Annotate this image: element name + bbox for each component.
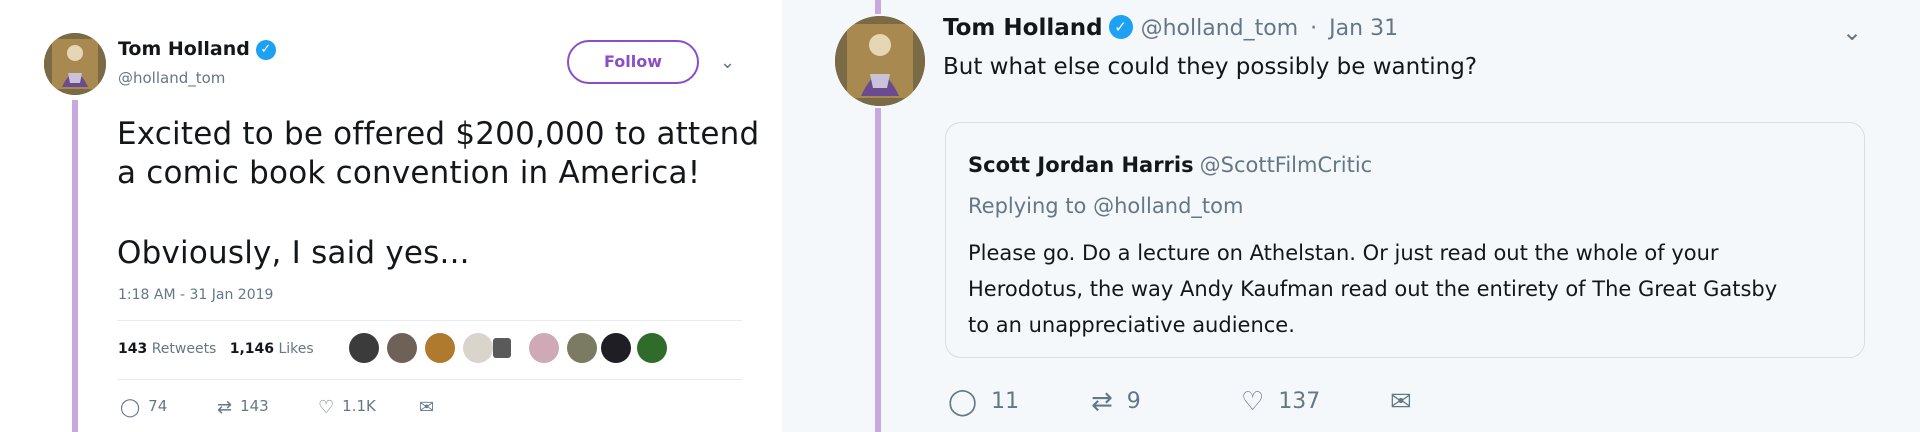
tweet-timestamp[interactable]: 1:18 AM - 31 Jan 2019	[118, 287, 273, 303]
direct-message-icon: ✉	[1390, 387, 1412, 417]
liker-avatar[interactable]	[493, 338, 511, 358]
liker-avatar[interactable]	[463, 333, 493, 363]
divider	[117, 379, 742, 380]
author-handle[interactable]: @holland_tom	[1141, 16, 1299, 41]
tweet-text-line: Excited to be offered $200,000 to attend	[117, 116, 760, 152]
retweet-icon: ⇄	[1091, 387, 1113, 417]
author-name-text: Tom Holland	[943, 15, 1103, 41]
replying-to[interactable]: Replying to @holland_tom	[968, 194, 1243, 218]
direct-message-icon: ✉	[419, 397, 435, 418]
avatar[interactable]	[835, 16, 925, 106]
like-action[interactable]: ♡ 1.1K	[318, 397, 376, 418]
chevron-down-icon[interactable]: ⌄	[720, 52, 735, 73]
thread-line	[72, 100, 78, 432]
quoted-text-line: Please go. Do a lecture on Athelstan. Or…	[968, 241, 1719, 265]
heart-icon: ♡	[1241, 387, 1265, 417]
engagement-stats: 143 Retweets 1,146 Likes	[118, 341, 314, 357]
liker-avatar[interactable]	[349, 333, 379, 363]
quoted-text-line: Herodotus, the way Andy Kaufman read out…	[968, 277, 1778, 301]
liker-avatar[interactable]	[529, 333, 559, 363]
verified-badge-icon: ✓	[255, 40, 276, 60]
tweet-text-line: Obviously, I said yes...	[117, 235, 470, 271]
retweet-action[interactable]: ⇄ 9	[1091, 387, 1141, 417]
verified-badge-icon: ✓	[1108, 15, 1133, 39]
avatar-image	[835, 16, 925, 106]
direct-message-action[interactable]: ✉	[1390, 387, 1426, 417]
liker-avatar[interactable]	[637, 333, 667, 363]
quoted-author[interactable]: Scott Jordan Harris @ScottFilmCritic	[968, 153, 1372, 177]
likes-label[interactable]: Likes	[278, 341, 313, 357]
tweet-text: But what else could they possibly be wan…	[943, 54, 1478, 80]
panel-divider	[780, 0, 782, 432]
author-name[interactable]: Tom Holland ✓	[118, 38, 276, 60]
thread-line	[875, 108, 881, 432]
meta-separator: ·	[1310, 16, 1318, 41]
avatar[interactable]	[44, 33, 106, 95]
avatar-image	[44, 33, 106, 95]
like-count: 137	[1278, 389, 1321, 414]
thread-line	[875, 0, 881, 14]
liker-avatar[interactable]	[601, 333, 631, 363]
like-count: 1.1K	[342, 397, 376, 415]
reply-icon: ◯	[120, 397, 141, 418]
quoted-tweet-card[interactable]: Scott Jordan Harris @ScottFilmCritic Repl…	[945, 122, 1865, 358]
retweet-count: 9	[1126, 389, 1141, 414]
reply-action[interactable]: ◯ 11	[948, 387, 1019, 417]
chevron-down-icon[interactable]: ⌄	[1842, 18, 1862, 46]
quoted-author-name: Scott Jordan Harris	[968, 153, 1194, 177]
reply-action[interactable]: ◯ 74	[120, 397, 167, 418]
tweet-text-line: a comic book convention in America!	[117, 155, 701, 191]
retweet-icon: ⇄	[217, 397, 233, 418]
tweet-date[interactable]: Jan 31	[1329, 16, 1398, 41]
reply-count: 74	[148, 397, 168, 415]
follow-button[interactable]: Follow	[567, 40, 699, 84]
author-handle[interactable]: @holland_tom	[118, 69, 225, 87]
likes-count[interactable]: 1,146	[230, 341, 274, 357]
retweets-count[interactable]: 143	[118, 341, 147, 357]
liker-avatar[interactable]	[425, 333, 455, 363]
heart-icon: ♡	[318, 397, 335, 418]
reply-icon: ◯	[948, 387, 978, 417]
divider	[117, 320, 742, 321]
like-action[interactable]: ♡ 137	[1241, 387, 1320, 417]
quoted-author-handle: @ScottFilmCritic	[1199, 153, 1373, 177]
retweet-action[interactable]: ⇄ 143	[217, 397, 269, 418]
retweets-label[interactable]: Retweets	[152, 341, 217, 357]
retweet-count: 143	[240, 397, 269, 415]
author-name-text: Tom Holland	[118, 38, 250, 60]
liker-avatar[interactable]	[567, 333, 597, 363]
direct-message-action[interactable]: ✉	[419, 397, 442, 418]
reply-count: 11	[991, 389, 1020, 414]
quoted-text-line: to an unappreciative audience.	[968, 313, 1295, 337]
author-name[interactable]: Tom Holland ✓ @holland_tom · Jan 31	[943, 15, 1398, 41]
liker-avatar[interactable]	[387, 333, 417, 363]
